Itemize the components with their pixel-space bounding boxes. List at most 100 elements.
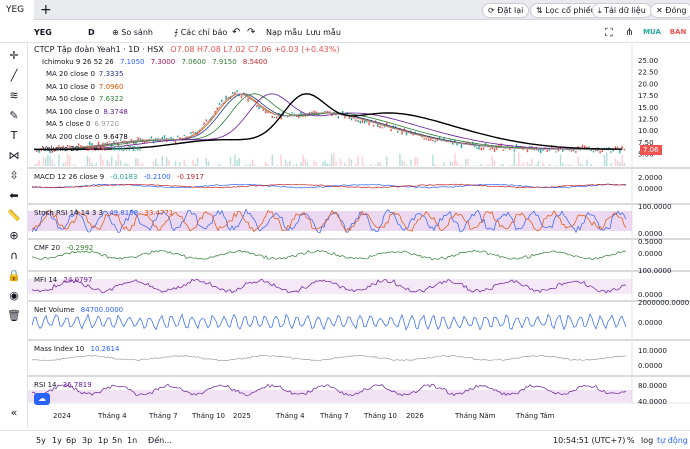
save-template-button[interactable]: Lưu mẫu: [306, 22, 341, 43]
crosshair-icon[interactable]: ✛: [6, 49, 22, 63]
volume-bar: [280, 154, 282, 166]
range-3p[interactable]: 3p: [82, 431, 92, 449]
stock-filter-button[interactable]: ⇅ Lọc cổ phiếu: [530, 3, 602, 18]
chart-area[interactable]: 25.0022.5020.0017.5015.0012.5010.007.505…: [28, 43, 690, 428]
volume-bar: [295, 163, 298, 166]
volume-bar: [370, 164, 372, 166]
volume-bar: [491, 155, 493, 166]
volume-bar: [93, 164, 95, 166]
redo-icon[interactable]: ↷: [247, 22, 255, 43]
pattern-icon[interactable]: ⋈: [6, 149, 22, 163]
range-1n[interactable]: 1n: [127, 431, 137, 449]
chart-canvas[interactable]: 25.0022.5020.0017.5015.0012.5010.007.505…: [28, 43, 690, 428]
text-icon[interactable]: T: [6, 129, 22, 143]
collapse-icon[interactable]: «: [6, 406, 22, 420]
volume-bar: [126, 163, 128, 166]
load-template-button[interactable]: Nạp mẫu: [266, 22, 302, 43]
download-data-button[interactable]: ⤓ Tải dữ liệu: [592, 3, 652, 18]
candle: [271, 115, 273, 119]
range-6p[interactable]: 6p: [66, 431, 76, 449]
measure-icon[interactable]: ⇳: [6, 169, 22, 183]
candle: [350, 117, 353, 121]
volume-bar: [302, 155, 304, 166]
volume-bar: [111, 156, 113, 166]
volume-bar: [502, 164, 504, 166]
trash-icon[interactable]: 🗑: [6, 309, 22, 323]
range-5y[interactable]: 5y: [36, 431, 46, 449]
cloud-icon[interactable]: ☁: [34, 393, 50, 405]
volume-bar: [267, 164, 269, 166]
lock-icon[interactable]: 🔒: [6, 269, 22, 283]
log-toggle[interactable]: log: [641, 431, 653, 449]
range-5n[interactable]: 5n: [112, 431, 122, 449]
volume-bar: [333, 152, 335, 166]
range-1y[interactable]: 1y: [52, 431, 62, 449]
tab-yeg[interactable]: YEG: [0, 0, 34, 20]
legend-ma-item: MA 5 close 0 6.9720: [46, 120, 119, 128]
volume-bar: [137, 158, 139, 166]
brush-icon[interactable]: ✎: [6, 109, 22, 123]
candle: [324, 110, 326, 113]
candle: [163, 135, 166, 139]
eye-icon[interactable]: ◉: [6, 289, 22, 303]
rsi-band: [28, 390, 632, 402]
goto-date-button[interactable]: Đến...: [148, 431, 172, 449]
fullscreen-icon[interactable]: ⛶: [605, 22, 613, 43]
auto-scale-toggle[interactable]: tự động: [657, 431, 688, 449]
undo-icon[interactable]: ↶: [232, 22, 240, 43]
candle: [489, 148, 491, 150]
legend-ma-item: MA 10 close 0 7.0960: [46, 82, 124, 91]
candle: [575, 151, 577, 153]
volume-bar: [339, 158, 342, 166]
volume-bar: [119, 160, 122, 166]
close-button[interactable]: ✕ Đóng: [650, 3, 690, 18]
share-icon[interactable]: ⋔: [625, 22, 633, 43]
volume-bar: [102, 159, 104, 166]
ruler-icon[interactable]: 📏: [6, 209, 22, 223]
fib-icon[interactable]: ≋: [6, 89, 22, 103]
volume-bar: [95, 163, 97, 166]
close-icon: ✕: [656, 6, 666, 15]
volume-bar: [401, 160, 403, 166]
add-tab-button[interactable]: +: [40, 2, 52, 18]
volume-bar: [196, 157, 199, 166]
indicators-icon: ⨍: [174, 28, 181, 37]
symbol-search[interactable]: YEG: [34, 22, 52, 43]
volume-bar: [49, 156, 51, 166]
legend-stoch-rsi: Stoch RSI 14 14 3 3 49.8158 33.4771: [34, 209, 174, 217]
mass-index-line: [31, 354, 627, 362]
volume-bar: [522, 162, 524, 166]
price-tag: 7.06: [640, 145, 662, 155]
volume-bar: [152, 161, 155, 166]
candle: [425, 138, 427, 140]
volume-bar: [537, 161, 540, 166]
buy-button[interactable]: MUA: [640, 24, 664, 41]
volume-bar: [432, 154, 434, 166]
volume-bar: [586, 159, 588, 166]
volume-bar: [434, 164, 436, 166]
reset-button[interactable]: ⟳ Đặt lại: [482, 3, 530, 18]
volume-bar: [47, 154, 49, 166]
zoom-in-icon[interactable]: ⊕: [6, 229, 22, 243]
volume-bar: [471, 165, 474, 166]
pane-axis-label: 2000000.0000: [638, 299, 689, 307]
volume-bar: [449, 161, 452, 166]
indicators-button[interactable]: ⨍ Các chỉ báo: [174, 22, 227, 43]
candle: [293, 113, 295, 115]
time-axis-label: Tháng 7: [319, 412, 349, 420]
pane-axis-label: 40.0000: [638, 398, 667, 406]
magnet-icon[interactable]: ∩: [6, 249, 22, 263]
back-icon[interactable]: ⬅: [6, 189, 22, 203]
price-axis-label: 22.50: [638, 69, 658, 77]
range-1p[interactable]: 1p: [98, 431, 108, 449]
time-axis-label: 2024: [53, 412, 71, 420]
net-volume-line: [31, 313, 627, 331]
percent-toggle[interactable]: %: [627, 431, 635, 449]
interval-selector[interactable]: D: [88, 22, 95, 43]
volume-bar: [205, 158, 207, 166]
trendline-icon[interactable]: ╱: [6, 69, 22, 83]
compare-button[interactable]: ⊕ So sánh: [112, 22, 153, 43]
volume-bar: [623, 162, 625, 166]
sell-button[interactable]: BÁN: [667, 24, 689, 41]
filter-icon: ⇅: [536, 6, 546, 15]
